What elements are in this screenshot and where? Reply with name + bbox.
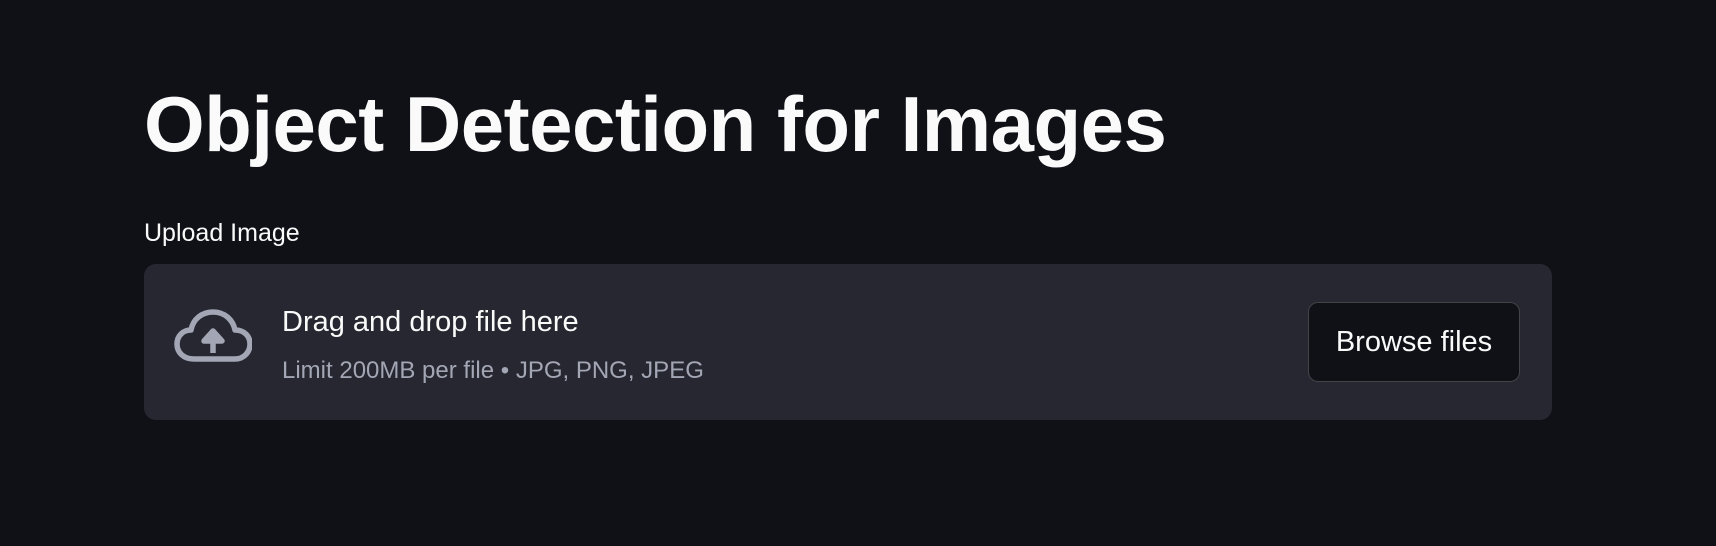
dropzone-title: Drag and drop file here: [282, 306, 579, 338]
browse-files-button[interactable]: Browse files: [1308, 302, 1520, 382]
file-dropzone[interactable]: Drag and drop file here Limit 200MB per …: [144, 264, 1552, 420]
dropzone-file-limit: Limit 200MB per file • JPG, PNG, JPEG: [282, 357, 704, 384]
upload-image-label: Upload Image: [144, 219, 300, 247]
page-title: Object Detection for Images: [144, 80, 1167, 168]
cloud-upload-icon: [174, 308, 253, 368]
app-container: Object Detection for Images Upload Image…: [0, 0, 1716, 546]
